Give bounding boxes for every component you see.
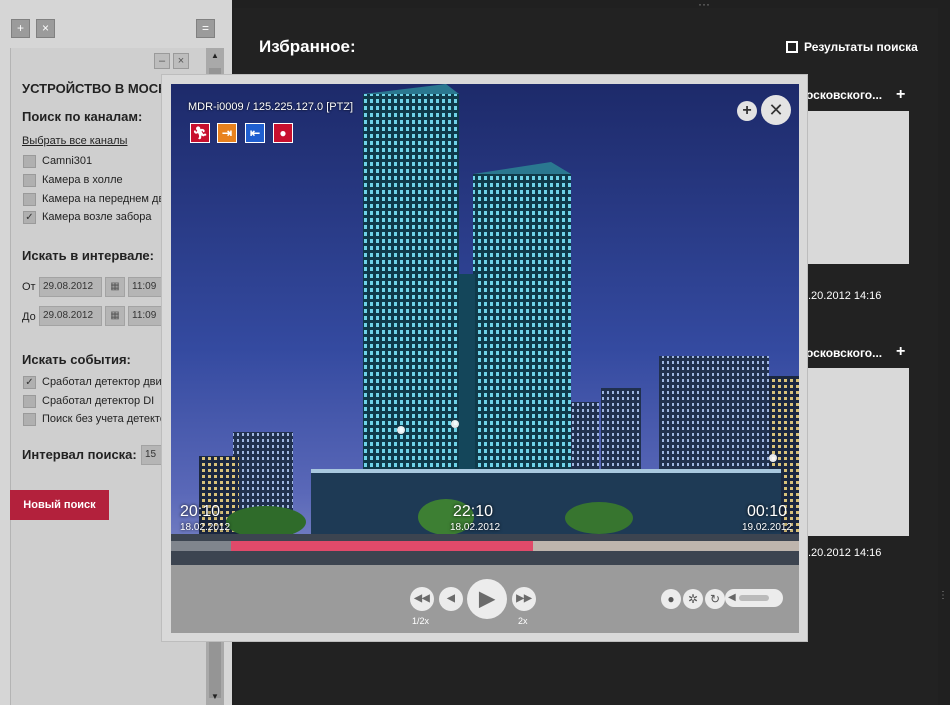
- to-date-field[interactable]: 29.08.2012: [39, 306, 102, 326]
- rewind-icon[interactable]: ◀◀: [410, 587, 434, 611]
- add-icon[interactable]: +: [896, 86, 905, 104]
- event-checkbox[interactable]: [23, 413, 36, 426]
- search-results-link[interactable]: Результаты поиска: [786, 40, 918, 54]
- channel-label: Камера возле забора: [42, 211, 152, 223]
- from-date-field[interactable]: 29.08.2012: [39, 277, 102, 297]
- page-title: Избранное:: [259, 37, 356, 56]
- timeline-end-time: 00:10: [747, 503, 788, 520]
- snapshot-icon[interactable]: ✲: [683, 589, 703, 609]
- slow-speed-label: 1/2x: [412, 616, 430, 626]
- city-night-image: [171, 84, 799, 565]
- speaker-icon: ◀: [728, 592, 736, 603]
- player-controls: ◀◀ ◀ ▶ ▶▶ 1/2x 2x ● ✲ ↻ ◀: [171, 565, 799, 633]
- event-label: Сработал детектор движ: [42, 376, 169, 388]
- from-label: От: [22, 281, 36, 293]
- play-icon[interactable]: ▶: [467, 579, 507, 619]
- search-interval-label: Интервал поиска:: [22, 447, 137, 462]
- scroll-up-icon[interactable]: ▲: [206, 48, 224, 64]
- channel-checkbox[interactable]: ✓: [23, 211, 36, 224]
- panel-title: УСТРОЙСТВО В МОСК: [22, 81, 167, 96]
- camera-thumbnail[interactable]: [808, 368, 909, 536]
- scroll-down-icon[interactable]: ▼: [206, 689, 224, 705]
- close-icon[interactable]: ✕: [761, 95, 791, 125]
- video-player-window: 20:10 18.02.2012 22:10 18.02.2012 00:10 …: [161, 74, 808, 642]
- timeline-start-time: 20:10: [180, 503, 221, 520]
- card-date: .20.2012 14:16: [808, 547, 882, 559]
- close-panel-icon[interactable]: ×: [173, 53, 189, 69]
- timeline-end-date: 19.02.2012: [742, 522, 793, 533]
- collapse-panel-icon[interactable]: =: [196, 19, 215, 38]
- channel-checkbox[interactable]: [23, 174, 36, 187]
- timeline-start-date: 18.02.2012: [180, 522, 231, 533]
- timeline-future: [533, 541, 799, 551]
- calendar-icon[interactable]: ▦: [105, 277, 125, 297]
- motion-icon[interactable]: 🏃︎: [190, 123, 210, 143]
- checkmark-icon: ✓: [25, 212, 34, 223]
- select-all-channels-link[interactable]: Выбрать все каналы: [22, 135, 127, 147]
- channels-heading: Поиск по каналам:: [22, 109, 143, 124]
- camera-thumbnail[interactable]: [808, 111, 909, 264]
- volume-fill: [739, 595, 769, 601]
- refresh-icon[interactable]: ↻: [705, 589, 725, 609]
- event-timeline[interactable]: [171, 535, 799, 553]
- fast-speed-label: 2x: [518, 616, 528, 626]
- channel-label: Camni301: [42, 155, 93, 167]
- card-title: осковского...: [806, 346, 883, 360]
- events-heading: Искать события:: [22, 352, 131, 367]
- fast-forward-icon[interactable]: ▶▶: [512, 587, 536, 611]
- zoom-icon[interactable]: +: [737, 101, 757, 121]
- new-search-button[interactable]: Новый поиск: [10, 490, 109, 520]
- to-label: До: [22, 311, 36, 323]
- event-checkbox[interactable]: ✓: [23, 376, 36, 389]
- add-icon[interactable]: +: [896, 343, 905, 361]
- event-label: Сработал детектор DI: [42, 395, 155, 407]
- side-handle-icon[interactable]: ⋮: [938, 590, 948, 601]
- timeline-current-date: 18.02.2012: [450, 522, 501, 533]
- minimize-icon[interactable]: –: [154, 53, 170, 69]
- event-segment: [231, 541, 533, 551]
- volume-slider[interactable]: ◀: [725, 589, 783, 607]
- channel-checkbox[interactable]: [23, 193, 36, 206]
- record-button-icon[interactable]: ●: [661, 589, 681, 609]
- output-icon[interactable]: ⇤: [245, 123, 265, 143]
- search-results-label: Результаты поиска: [804, 40, 918, 54]
- grid-icon: [786, 41, 798, 53]
- calendar-icon[interactable]: ▦: [105, 306, 125, 326]
- interval-heading: Искать в интервале:: [22, 248, 154, 263]
- checkmark-icon: ✓: [25, 377, 34, 388]
- channel-label: Камера на переднем двор: [42, 193, 177, 205]
- input-icon[interactable]: ⇥: [217, 123, 237, 143]
- camera-title: MDR-i0009 / 125.225.127.0 [PTZ]: [188, 101, 354, 113]
- video-view[interactable]: 20:10 18.02.2012 22:10 18.02.2012 00:10 …: [171, 84, 799, 565]
- record-icon[interactable]: ●: [273, 123, 293, 143]
- channel-label: Камера в холле: [42, 174, 123, 186]
- remove-panel-icon[interactable]: ×: [36, 19, 55, 38]
- add-panel-icon[interactable]: +: [11, 19, 30, 38]
- channel-checkbox[interactable]: [23, 155, 36, 168]
- card-title: осковского...: [806, 88, 883, 102]
- timeline-current-time: 22:10: [453, 503, 494, 520]
- event-label: Поиск без учета детекто: [42, 413, 166, 425]
- event-checkbox[interactable]: [23, 395, 36, 408]
- step-back-icon[interactable]: ◀: [439, 587, 463, 611]
- card-date: .20.2012 14:16: [808, 290, 882, 302]
